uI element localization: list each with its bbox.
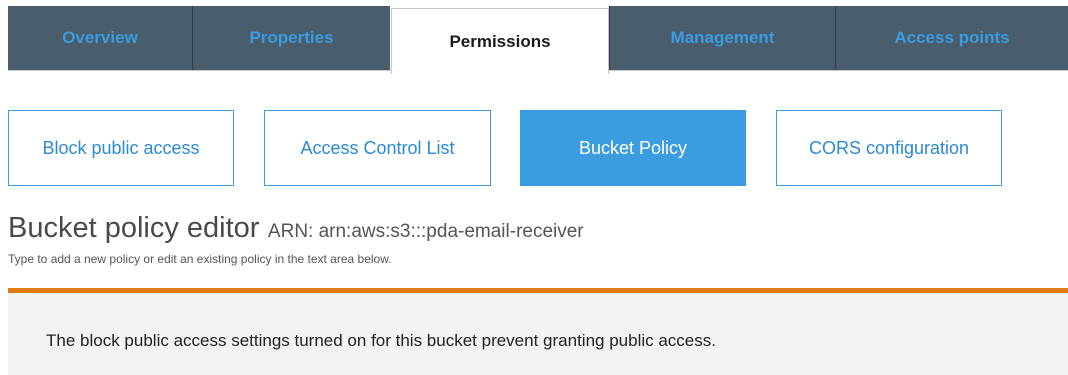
subtab-block-public-access-label: Block public access [42, 137, 200, 158]
tab-divider-right [609, 70, 1068, 71]
top-tab-bar: Overview Properties Permissions Manageme… [8, 0, 1068, 80]
subtab-access-control-list[interactable]: Access Control List [264, 110, 491, 186]
tab-management-label: Management [670, 28, 775, 47]
bucket-arn: ARN: arn:aws:s3:::pda-email-receiver [267, 221, 584, 242]
tab-properties-label: Properties [249, 28, 334, 47]
subtab-cors-configuration[interactable]: CORS configuration [776, 110, 1002, 186]
s3-bucket-permissions-page: Overview Properties Permissions Manageme… [0, 0, 1068, 375]
tab-permissions[interactable]: Permissions [391, 8, 609, 74]
tab-permissions-label: Permissions [449, 31, 551, 51]
tab-overview[interactable]: Overview [8, 6, 192, 70]
tab-access-points[interactable]: Access points [835, 6, 1068, 70]
tab-management[interactable]: Management [609, 6, 835, 70]
subtab-cors-configuration-label: CORS configuration [808, 137, 970, 158]
editor-hint: Type to add a new policy or edit an exis… [8, 252, 392, 266]
editor-title: Bucket policy editor [8, 212, 260, 244]
block-public-access-warning-banner: The block public access settings turned … [8, 288, 1068, 375]
tab-overview-label: Overview [62, 28, 138, 47]
tab-access-points-label: Access points [894, 28, 1010, 47]
subtab-access-control-list-label: Access Control List [300, 137, 455, 158]
editor-heading: Bucket policy editor ARN: arn:aws:s3:::p… [8, 212, 584, 245]
subtab-block-public-access[interactable]: Block public access [8, 110, 234, 186]
subtab-bucket-policy[interactable]: Bucket Policy [520, 110, 746, 186]
tab-divider-left [8, 70, 391, 71]
tab-properties[interactable]: Properties [192, 6, 390, 70]
subtab-bucket-policy-label: Bucket Policy [578, 137, 688, 158]
warning-banner-text: The block public access settings turned … [46, 331, 716, 350]
